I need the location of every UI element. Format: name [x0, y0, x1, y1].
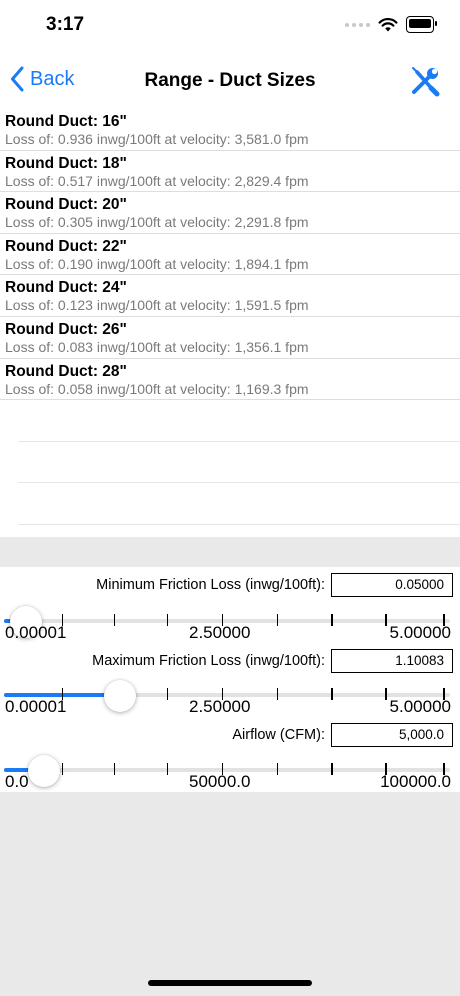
result-title: Round Duct: 16" — [5, 113, 127, 130]
max-friction-scale-min: 0.00001 — [5, 697, 67, 716]
min-friction-scale: 0.00001 2.50000 5.00000 — [0, 623, 460, 643]
max-friction-row: Maximum Friction Loss (inwg/100ft): 1.10… — [92, 648, 453, 674]
result-row[interactable]: Round Duct: 26" Loss of: 0.083 inwg/100ft… — [0, 317, 460, 359]
result-row[interactable]: Round Duct: 22" Loss of: 0.190 inwg/100ft… — [0, 234, 460, 276]
result-detail: Loss of: 0.936 inwg/100ft at velocity: 3… — [5, 131, 309, 147]
wrench-screwdriver-icon[interactable] — [408, 64, 442, 98]
result-detail: Loss of: 0.058 inwg/100ft at velocity: 1… — [5, 380, 309, 397]
max-friction-input[interactable]: 1.10083 — [331, 649, 453, 673]
result-row[interactable]: Round Duct: 16" Loss of: 0.936 inwg/100ft… — [0, 109, 460, 151]
result-row[interactable]: Round Duct: 24" Loss of: 0.123 inwg/100ft… — [0, 275, 460, 317]
home-indicator[interactable] — [148, 980, 312, 986]
empty-row — [18, 483, 460, 525]
airflow-scale-max: 100000.0 — [380, 772, 451, 791]
status-bar: 3:17 — [0, 0, 460, 52]
min-friction-scale-min: 0.00001 — [5, 623, 67, 642]
section-separator — [0, 537, 460, 567]
result-detail: Loss of: 0.083 inwg/100ft at velocity: 1… — [5, 338, 309, 355]
airflow-row: Airflow (CFM): 5,000.0 — [232, 722, 453, 748]
status-time: 3:17 — [46, 14, 85, 35]
result-detail: Loss of: 0.517 inwg/100ft at velocity: 2… — [5, 172, 309, 189]
result-detail: Loss of: 0.305 inwg/100ft at velocity: 2… — [5, 214, 309, 231]
min-friction-label: Minimum Friction Loss (inwg/100ft): — [96, 577, 325, 593]
result-title: Round Duct: 18" — [5, 154, 127, 172]
result-row[interactable]: Round Duct: 28" Loss of: 0.058 inwg/100ft… — [0, 359, 460, 401]
signal-icon — [345, 22, 370, 27]
min-friction-scale-max: 5.00000 — [389, 623, 451, 642]
airflow-scale: 0.0 50000.0 100000.0 — [0, 772, 460, 792]
result-detail: Loss of: 0.190 inwg/100ft at velocity: 1… — [5, 255, 309, 272]
duct-size-results-list: Round Duct: 16" Loss of: 0.936 inwg/100ft… — [0, 109, 460, 537]
max-friction-label: Maximum Friction Loss (inwg/100ft): — [92, 653, 325, 669]
min-friction-input[interactable]: 0.05000 — [331, 573, 453, 597]
battery-icon — [406, 16, 437, 33]
status-icons — [345, 16, 437, 33]
result-title: Round Duct: 22" — [5, 237, 127, 255]
airflow-label: Airflow (CFM): — [232, 727, 325, 743]
max-friction-scale: 0.00001 2.50000 5.00000 — [0, 697, 460, 717]
wifi-icon — [378, 17, 398, 31]
range-controls: Minimum Friction Loss (inwg/100ft): 0.05… — [0, 567, 460, 792]
result-row[interactable]: Round Duct: 18" Loss of: 0.517 inwg/100ft… — [0, 151, 460, 193]
empty-row — [18, 442, 460, 484]
min-friction-scale-mid: 2.50000 — [189, 623, 251, 642]
result-title: Round Duct: 20" — [5, 196, 127, 214]
result-detail: Loss of: 0.123 inwg/100ft at velocity: 1… — [5, 297, 309, 314]
result-title: Round Duct: 28" — [5, 362, 127, 380]
airflow-scale-min: 0.0 — [5, 772, 29, 791]
airflow-scale-mid: 50000.0 — [189, 772, 251, 791]
max-friction-scale-max: 5.00000 — [389, 697, 451, 716]
empty-row — [18, 400, 460, 442]
airflow-input[interactable]: 5,000.0 — [331, 723, 453, 747]
result-title: Round Duct: 26" — [5, 320, 127, 338]
result-title: Round Duct: 24" — [5, 279, 127, 297]
result-row[interactable]: Round Duct: 20" Loss of: 0.305 inwg/100ft… — [0, 192, 460, 234]
max-friction-scale-mid: 2.50000 — [189, 697, 251, 716]
navigation-bar: Back Range - Duct Sizes — [0, 52, 460, 110]
page-title: Range - Duct Sizes — [144, 70, 316, 91]
min-friction-row: Minimum Friction Loss (inwg/100ft): 0.05… — [96, 572, 453, 598]
